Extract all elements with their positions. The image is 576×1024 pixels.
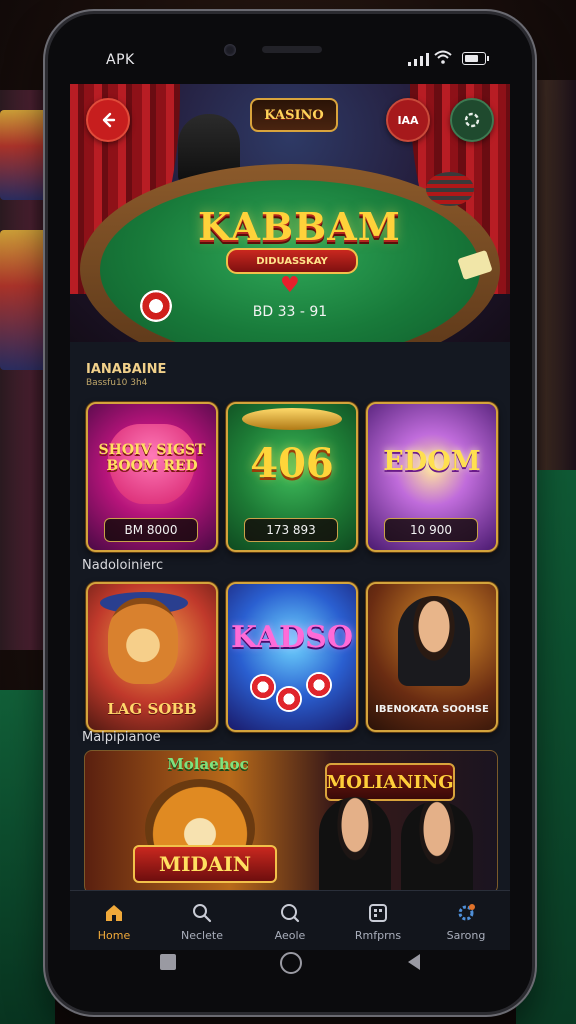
signal-icon [408, 52, 429, 66]
system-navigation [48, 948, 532, 978]
search-icon [190, 901, 214, 925]
chip-icon [140, 290, 172, 322]
arrow-left-icon [102, 112, 116, 128]
game-tile[interactable]: 406 173 893 [226, 402, 358, 552]
back-button[interactable] [86, 98, 130, 142]
nav-label: Sarong [446, 928, 486, 942]
promo-banner[interactable]: Molaehoc MIDAIN MOLIANING [84, 750, 498, 894]
nav-item-home[interactable]: Home [70, 891, 158, 950]
home-system-button[interactable] [280, 952, 302, 974]
promo-banner-top-text: Molaehoc [167, 755, 249, 773]
game-tile-title: KADSO [231, 620, 353, 655]
game-tile[interactable]: SHOIV SIGST BOOM RED BM 8000 [86, 402, 218, 552]
nav-label: Rmfprns [354, 928, 402, 942]
back-system-button[interactable] [408, 954, 420, 970]
chip-icon [306, 672, 332, 698]
section-featured-title: IANABAINE [86, 362, 167, 377]
nav-label: Aeole [274, 928, 306, 942]
hero-banner[interactable]: KASINO KABBAM DIDUASSKAY ♥ BD 33 - 91 IA… [70, 84, 510, 342]
game-tile-badge: 10 900 [384, 518, 478, 542]
nav-item-neclete[interactable]: Neclete [158, 891, 246, 950]
coin-icon [242, 408, 342, 430]
game-tile-badge: 173 893 [244, 518, 338, 542]
nav-label: Neclete [181, 928, 223, 942]
game-tile[interactable]: LAG SOBB [86, 582, 218, 732]
game-tile-title: LAG SOBB [107, 700, 197, 718]
carrier-label: APK [106, 52, 135, 68]
hero-subtitle: DIDUASSKAY [226, 248, 358, 274]
player-portrait-icon [398, 596, 470, 686]
home-icon [102, 901, 126, 925]
section-featured-subtitle: Bassfu10 3h4 [86, 378, 148, 388]
status-bar: APK [48, 48, 532, 74]
background-slot-machine [0, 110, 48, 200]
game-tile-title: IBENOKATA SOOHSE [375, 704, 489, 715]
player-portrait-icon [319, 797, 391, 893]
game-tile[interactable]: EDOM 10 900 [366, 402, 498, 552]
nav-item-aeole[interactable]: Aeole [246, 891, 334, 950]
chip-icon [276, 686, 302, 712]
nav-label: Home [97, 928, 131, 942]
gear-icon [454, 901, 478, 925]
settings-button[interactable] [450, 98, 494, 142]
bottom-navigation: Home Neclete Aeole Rmfprns Sarong [70, 890, 510, 950]
settings-icon [464, 112, 480, 128]
fox-mascot-icon [108, 598, 178, 684]
phone-frame: KASINO KABBAM DIDUASSKAY ♥ BD 33 - 91 IA… [48, 14, 532, 1012]
battery-icon [462, 52, 489, 65]
game-tile-title: SHOIV SIGST BOOM RED [98, 442, 206, 474]
nav-item-rmfprns[interactable]: Rmfprns [334, 891, 422, 950]
hero-title: KABBAM [198, 204, 401, 249]
language-button[interactable]: IAA [386, 98, 430, 142]
game-tile-title: 406 [250, 440, 334, 487]
heart-icon: ♥ [280, 273, 300, 298]
promo-banner-right-title: MOLIANING [325, 763, 455, 801]
game-tile[interactable]: IBENOKATA SOOHSE [366, 582, 498, 732]
section-popular-label: Nadoloinierc [82, 558, 164, 573]
game-tile[interactable]: KADSO [226, 582, 358, 732]
promo-banner-left-title: MIDAIN [133, 845, 277, 883]
casino-logo: KASINO [250, 98, 338, 132]
chip-stack-icon [426, 172, 474, 206]
jackpot-text: BD 33 - 91 [252, 304, 328, 320]
game-tile-title: EDOM [383, 446, 481, 477]
background-slot-machine [0, 230, 48, 370]
wifi-icon [434, 50, 452, 64]
game-tile-badge: BM 8000 [104, 518, 198, 542]
grid-icon [366, 901, 390, 925]
chip-icon [250, 674, 276, 700]
app-screen: KASINO KABBAM DIDUASSKAY ♥ BD 33 - 91 IA… [70, 84, 510, 950]
nav-item-sarong[interactable]: Sarong [422, 891, 510, 950]
recent-apps-button[interactable] [160, 954, 176, 970]
search-icon [278, 901, 302, 925]
background-felt-left [0, 690, 55, 1024]
player-portrait-icon [401, 801, 473, 893]
section-banner-label: Malpipianoe [82, 730, 161, 745]
